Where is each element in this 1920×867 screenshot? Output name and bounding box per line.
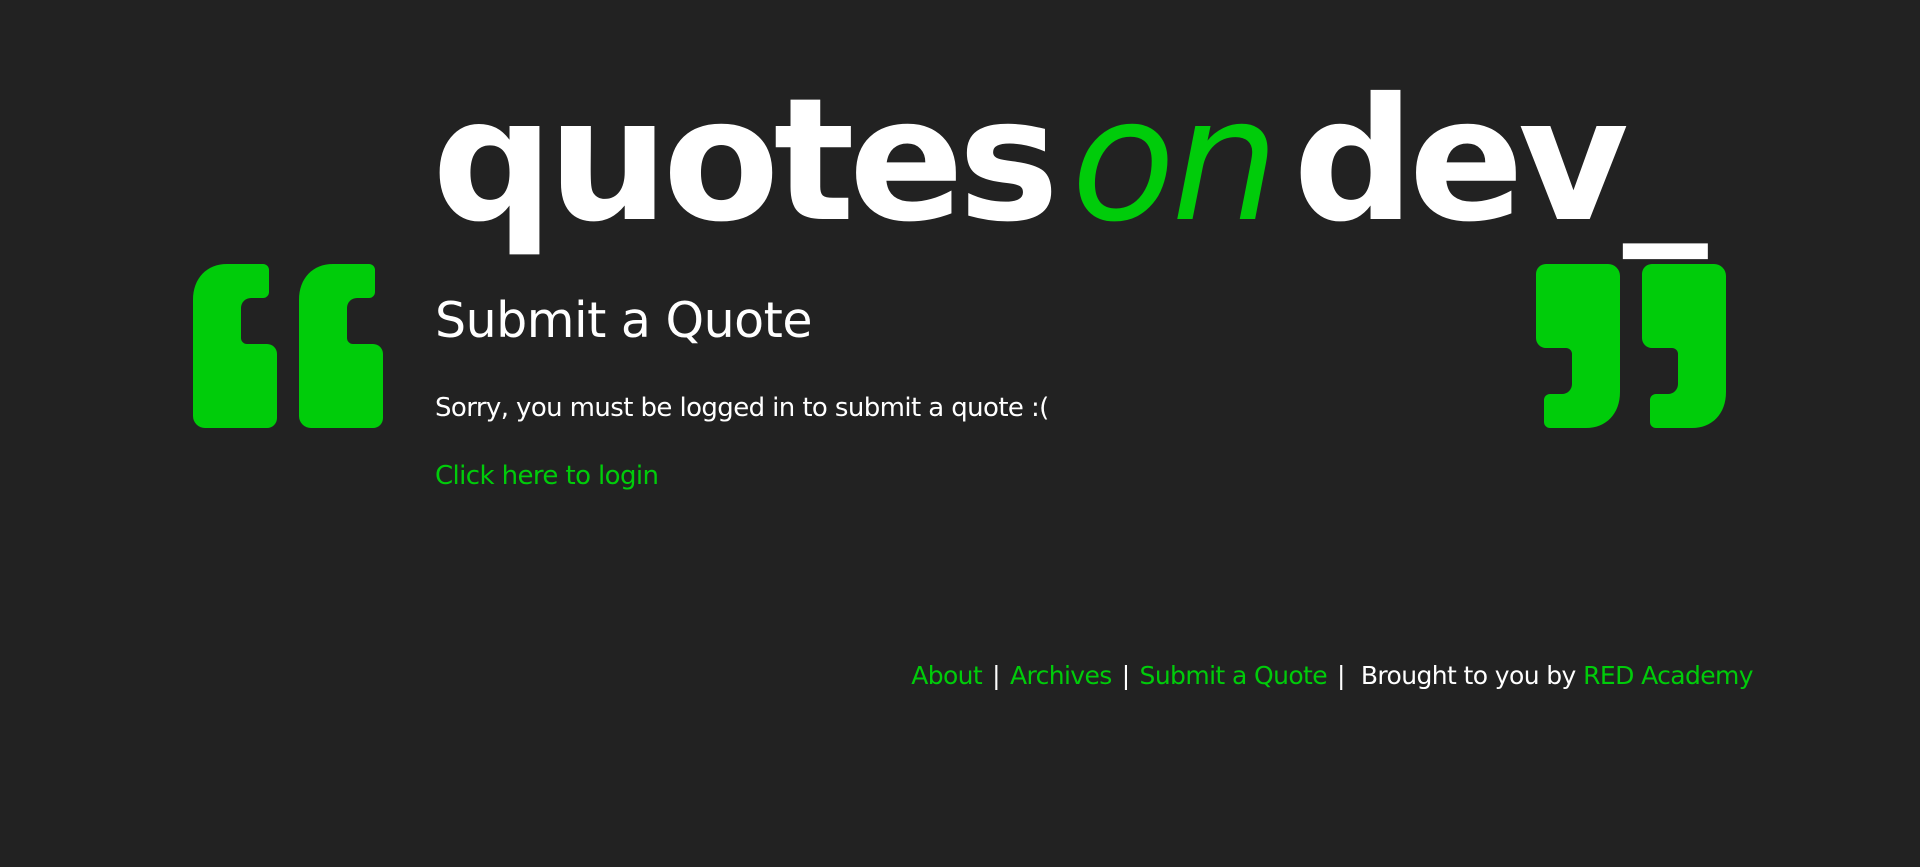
logo-word-on: on [1071, 62, 1279, 260]
footer-link-about[interactable]: About [911, 661, 983, 690]
footer-separator: | [1121, 661, 1130, 690]
footer-separator: | [992, 661, 1000, 690]
close-quote-icon [1536, 264, 1726, 428]
footer-link-submit-quote[interactable]: Submit a Quote [1140, 661, 1328, 690]
site-logo[interactable]: quotes on dev_ [432, 62, 1708, 262]
footer-credit-text: Brought to you by [1360, 661, 1576, 690]
footer-credit-link[interactable]: RED Academy [1583, 661, 1753, 690]
footer-separator: | [1337, 661, 1345, 690]
main-content: Submit a Quote Sorry, you must be logged… [435, 290, 1435, 494]
footer-link-archives[interactable]: Archives [1010, 661, 1112, 690]
page-title: Submit a Quote [435, 292, 812, 349]
footer: About | Archives | Submit a Quote | Brought to… [911, 658, 1753, 694]
logo-word-quotes: quotes [432, 62, 1059, 260]
logo-word-dev: dev_ [1293, 62, 1708, 260]
page: quotes on dev_ Submit a Quote Sorry, you m… [0, 0, 1920, 867]
login-required-notice: Sorry, you must be logged in to submit a… [435, 393, 1049, 423]
open-quote-icon [193, 264, 383, 428]
login-link[interactable]: Click here to login [435, 458, 659, 494]
